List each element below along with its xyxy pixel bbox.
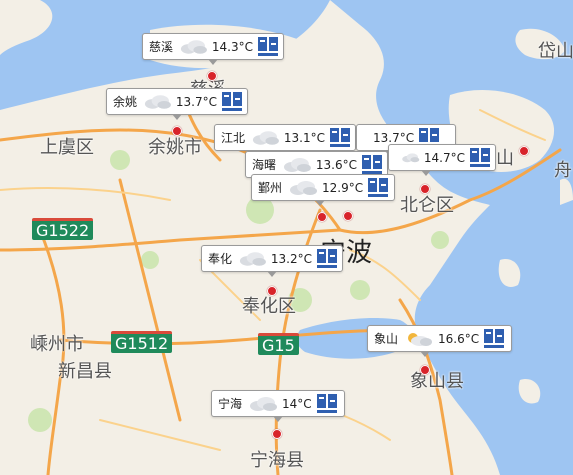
weather-location-name: 奉化 bbox=[208, 252, 233, 266]
location-marker-beilun[interactable] bbox=[420, 184, 430, 194]
forecast-badge-icon bbox=[483, 328, 505, 350]
place-shangyu: 上虞区 bbox=[40, 137, 94, 158]
location-marker-ninghai[interactable] bbox=[272, 429, 282, 439]
forecast-badge-icon bbox=[316, 393, 338, 415]
weather-temperature: 12.9°C bbox=[322, 180, 364, 195]
location-marker-zhoushan[interactable] bbox=[519, 146, 529, 156]
weather-location-name: 象山 bbox=[374, 332, 399, 346]
weather-location-name: 鄞州 bbox=[258, 181, 283, 195]
weather-bubble-jiangbei[interactable]: 江北 13.1°C bbox=[214, 124, 356, 151]
forecast-badge-icon bbox=[257, 36, 279, 58]
place-daishan-partial: 岱山 bbox=[538, 41, 573, 62]
forecast-badge-icon bbox=[469, 147, 491, 169]
road-shield-g1522: G1522 bbox=[32, 218, 94, 240]
weather-location-name: 海曙 bbox=[252, 158, 277, 172]
weather-temperature: 13.7°C bbox=[175, 94, 217, 109]
weather-map[interactable]: 上虞区 余姚市 宁波 北仑区 奉化区 嵊州市 新昌县 象山县 宁海县 慈溪 岱山… bbox=[0, 0, 573, 475]
weather-temperature: 14.3°C bbox=[211, 39, 253, 54]
weather-location-name: 宁海 bbox=[218, 397, 243, 411]
weather-location-name: 余姚 bbox=[113, 95, 138, 109]
weather-bubble-ninghai[interactable]: 宁海 14°C bbox=[211, 390, 345, 417]
weather-temperature: 13.6°C bbox=[315, 157, 357, 172]
location-marker-xiangshan[interactable] bbox=[420, 365, 430, 375]
weather-bubble-fenghua[interactable]: 奉化 13.2°C bbox=[201, 245, 343, 272]
forecast-badge-icon bbox=[316, 248, 338, 270]
weather-bubble-yinzhou[interactable]: 鄞州 12.9°C bbox=[251, 174, 395, 201]
forecast-badge-icon bbox=[367, 177, 389, 199]
cloudy-icon bbox=[250, 397, 278, 411]
place-xinchang: 新昌县 bbox=[58, 361, 112, 382]
weather-temperature: 13.2°C bbox=[270, 251, 312, 266]
weather-bubble-beilun[interactable]: 14.7°C bbox=[388, 144, 496, 171]
location-marker-city[interactable] bbox=[343, 211, 353, 221]
forecast-badge-icon bbox=[221, 91, 243, 113]
weather-bubble-yuyao[interactable]: 余姚 13.7°C bbox=[106, 88, 248, 115]
forecast-badge-icon bbox=[361, 154, 383, 176]
weather-temperature: 16.6°C bbox=[438, 331, 480, 346]
partly-cloudy-icon bbox=[408, 333, 433, 346]
cloudy-icon bbox=[144, 95, 171, 109]
weather-bubble-xiangshan[interactable]: 象山 16.6°C bbox=[367, 325, 512, 352]
location-marker-fenghua[interactable] bbox=[267, 286, 277, 296]
cloudy-icon bbox=[239, 252, 266, 266]
weather-temperature: 13.7°C bbox=[373, 130, 415, 145]
weather-temperature: 14°C bbox=[282, 396, 312, 411]
cloudy-icon bbox=[402, 153, 420, 163]
weather-temperature: 14.7°C bbox=[423, 150, 465, 165]
place-yuyao: 余姚市 bbox=[148, 137, 202, 158]
cloudy-icon bbox=[180, 40, 207, 54]
location-marker-yuyao[interactable] bbox=[172, 126, 182, 136]
weather-bubble-cixi[interactable]: 慈溪 14.3°C bbox=[142, 33, 284, 60]
place-xiangshan: 象山县 bbox=[410, 371, 464, 392]
place-beilun: 北仑区 bbox=[400, 195, 454, 216]
forecast-badge-icon bbox=[329, 127, 351, 149]
place-shengzhou: 嵊州市 bbox=[30, 334, 84, 355]
weather-location-name: 慈溪 bbox=[149, 40, 174, 54]
cloudy-icon bbox=[290, 181, 318, 195]
place-zhoushan-partial: 舟 bbox=[554, 160, 572, 181]
cloudy-icon bbox=[252, 131, 279, 145]
place-ninghai: 宁海县 bbox=[250, 450, 304, 471]
road-shield-g15: G15 bbox=[258, 333, 299, 355]
cloudy-icon bbox=[284, 158, 311, 172]
weather-temperature: 13.1°C bbox=[283, 130, 325, 145]
location-marker-yinzhou[interactable] bbox=[317, 212, 327, 222]
road-shield-g1512: G1512 bbox=[111, 331, 173, 353]
weather-location-name: 江北 bbox=[221, 131, 246, 145]
place-fenghua: 奉化区 bbox=[242, 296, 296, 317]
location-marker-cixi[interactable] bbox=[207, 71, 217, 81]
